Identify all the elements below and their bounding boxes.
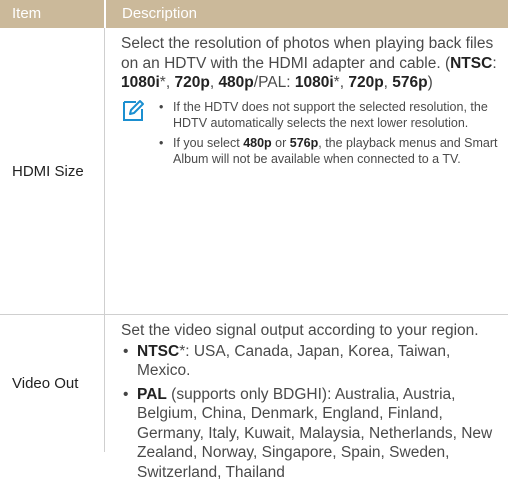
note-list: If the HDTV does not support the selecte…: [157, 99, 508, 171]
hdmi-description-text: Select the resolution of photos when pla…: [121, 34, 508, 93]
item-description: Select the resolution of photos when pla…: [104, 28, 508, 314]
table-row-video-out: Video Out Set the video signal output ac…: [0, 315, 508, 452]
item-name: HDMI Size: [0, 28, 104, 314]
item-name: Video Out: [0, 315, 104, 452]
header-item: Item: [0, 0, 104, 28]
region-list: NTSC*: USA, Canada, Japan, Korea, Taiwan…: [121, 342, 508, 482]
note-pencil-icon: [121, 99, 145, 123]
note-item: If the HDTV does not support the selecte…: [157, 99, 508, 132]
list-item: NTSC*: USA, Canada, Japan, Korea, Taiwan…: [121, 342, 508, 381]
note-box: If the HDTV does not support the selecte…: [121, 99, 508, 171]
table-row-hdmi-size: HDMI Size Select the resolution of photo…: [0, 28, 508, 315]
header-description: Description: [104, 0, 508, 28]
table-header: Item Description: [0, 0, 508, 28]
list-item: PAL (supports only BDGHI): Australia, Au…: [121, 385, 508, 482]
item-description: Set the video signal output according to…: [104, 315, 508, 452]
settings-table: Item Description HDMI Size Select the re…: [0, 0, 508, 452]
video-description-text: Set the video signal output according to…: [121, 321, 508, 341]
note-item: If you select 480p or 576p, the playback…: [157, 135, 508, 168]
